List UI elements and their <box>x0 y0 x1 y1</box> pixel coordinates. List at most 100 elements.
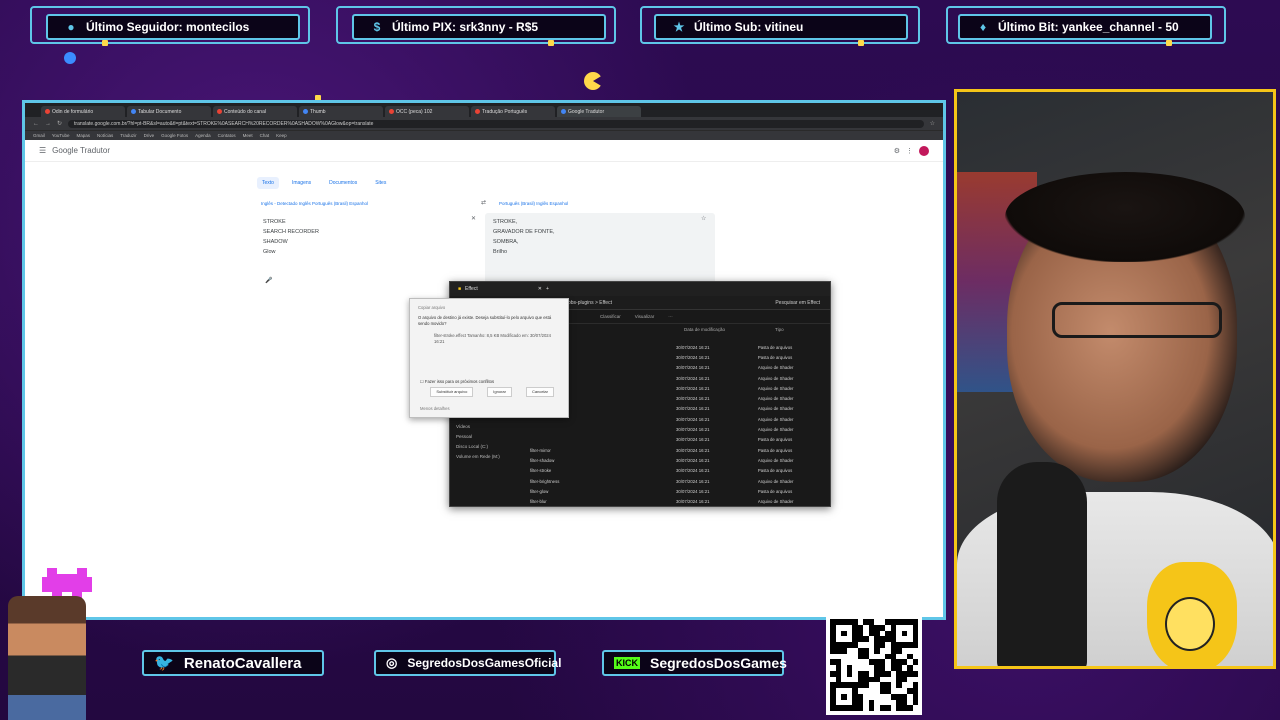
folder-icon: ■ <box>458 286 462 292</box>
column-date[interactable]: Data de modificação <box>684 327 725 332</box>
qr-code <box>826 615 922 715</box>
sidebar-item[interactable]: Volume em Rede (M:) <box>456 452 500 462</box>
browser-tab[interactable]: Conteúdo do canal <box>213 106 297 117</box>
sidebar-item[interactable]: Pessoal <box>456 432 500 442</box>
swap-languages-icon[interactable]: ⇄ <box>481 199 486 206</box>
bookmark-item[interactable]: Drive <box>144 133 155 138</box>
save-star-icon[interactable]: ☆ <box>701 215 706 222</box>
forward-icon[interactable]: → <box>45 121 51 127</box>
less-details-link[interactable]: Menos detalhes <box>420 406 450 412</box>
hamburger-menu-icon[interactable]: ☰ <box>39 146 46 155</box>
replace-file-dialog: Copiar arquivo O arquivo de destino já e… <box>409 298 569 418</box>
sidebar-item[interactable]: Vídeos <box>456 422 500 432</box>
source-text-box[interactable]: STROKE SEARCH RECORDER SHADOW Glow <box>255 213 485 285</box>
apps-grid-icon[interactable]: ⋮ <box>906 147 913 155</box>
dialog-message: O arquivo de destino já existe. Deseja s… <box>418 315 552 326</box>
source-language-bar[interactable]: Inglês - Detectado Inglês Português (Bra… <box>261 201 368 206</box>
table-row[interactable]: 30/07/2024 16:21 Pasta de arquivos <box>530 342 826 352</box>
table-row[interactable]: 30/07/2024 16:21 Arquivo de Shader <box>530 414 826 424</box>
browser-tab-bar: Odin de formulário Tabular Documento Con… <box>25 103 943 117</box>
table-row[interactable]: 30/07/2024 16:21 Pasta de arquivos <box>530 435 826 445</box>
bookmark-item[interactable]: YouTube <box>52 133 70 138</box>
star-icon: ★ <box>673 20 685 34</box>
tab-favicon-icon <box>561 109 566 114</box>
pixel-character <box>8 596 86 720</box>
more-options-icon[interactable]: ··· <box>668 314 673 319</box>
pellet <box>548 40 554 46</box>
table-row[interactable]: 30/07/2024 16:21 Arquivo de Shader <box>530 393 826 403</box>
translator-mode-tabs: Texto Imagens Documentos Sites <box>257 177 391 189</box>
table-row[interactable]: filter-mirror 30/07/2024 16:21 Pasta de ar… <box>530 445 826 455</box>
bookmark-item[interactable]: Meet <box>243 133 253 138</box>
qr-pattern <box>830 619 918 711</box>
sort-button[interactable]: Classificar <box>600 314 621 319</box>
webcam-feed <box>954 89 1276 669</box>
settings-icon[interactable]: ⚙ <box>894 147 900 155</box>
table-row[interactable]: filter-shadow 30/07/2024 16:21 Arquivo de … <box>530 455 826 465</box>
dialog-file-details: filter-stroke.effect Tamanho: 8,5 KB Mod… <box>434 333 551 344</box>
explorer-tab-title[interactable]: Effect <box>465 286 478 292</box>
dialog-title: Copiar arquivo <box>418 305 446 310</box>
bookmark-item[interactable]: Gmail <box>33 133 45 138</box>
table-row[interactable]: 30/07/2024 16:21 Arquivo de Shader <box>530 363 826 373</box>
table-row[interactable]: filter-stroke 30/07/2024 16:21 Pasta de ar… <box>530 466 826 476</box>
column-type[interactable]: Tipo <box>775 327 784 332</box>
tab-images[interactable]: Imagens <box>287 177 316 189</box>
browser-tab[interactable]: Thumb <box>299 106 383 117</box>
breadcrumb[interactable]: obs-plugins > Effect <box>568 300 612 306</box>
skip-button[interactable]: Ignorar <box>487 387 512 397</box>
browser-tab[interactable]: Odin de formulário <box>41 106 125 117</box>
table-row[interactable]: 30/07/2024 16:21 Arquivo de Shader <box>530 424 826 434</box>
table-row[interactable]: 30/07/2024 16:21 Pasta de arquivos <box>530 352 826 362</box>
close-tab-icon[interactable]: ✕ <box>538 286 542 292</box>
tab-sites[interactable]: Sites <box>370 177 391 189</box>
tab-favicon-icon <box>303 109 308 114</box>
bookmark-item[interactable]: Agenda <box>195 133 211 138</box>
instagram-handle-bar: ◎ SegredosDosGamesOficial <box>374 650 561 676</box>
bookmark-item[interactable]: Mapas <box>76 133 90 138</box>
sidebar-item[interactable]: Disco Local (C:) <box>456 442 500 452</box>
table-row[interactable]: filter-glow 30/07/2024 16:21 Pasta de arqu… <box>530 486 826 496</box>
bookmark-item[interactable]: Contatos <box>218 133 236 138</box>
twitter-handle: RenatoCavallera <box>183 654 302 672</box>
bookmark-item[interactable]: Traduzir <box>120 133 136 138</box>
address-input[interactable]: translate.google.com.br/?hl=pt-BR&sl=aut… <box>68 119 924 128</box>
tab-text[interactable]: Texto <box>257 177 279 189</box>
avatar[interactable] <box>919 145 929 156</box>
tab-documents[interactable]: Documentos <box>324 177 362 189</box>
microphone-icon[interactable]: 🎤 <box>265 277 272 284</box>
dollar-icon: $ <box>373 20 381 34</box>
cancel-button[interactable]: Cancelar <box>525 387 554 397</box>
browser-tab[interactable]: Tabular Documento <box>127 106 211 117</box>
view-button[interactable]: Visualizar <box>635 314 654 319</box>
target-language-bar[interactable]: Português (Brasil) Inglês Espanhol <box>499 201 568 206</box>
power-pellet <box>64 52 76 64</box>
bookmark-item[interactable]: Keep <box>276 133 287 138</box>
new-tab-icon[interactable]: + <box>546 286 549 292</box>
alert-text: Último PIX: srk3nny - R$5 <box>392 20 539 34</box>
reload-icon[interactable]: ↻ <box>57 120 62 127</box>
bookmark-item[interactable]: Notícias <box>97 133 113 138</box>
clear-text-icon[interactable]: ✕ <box>471 215 476 222</box>
replace-button[interactable]: Substituir arquivo <box>430 387 474 397</box>
table-row[interactable]: 30/07/2024 16:21 Arquivo de Shader <box>530 404 826 414</box>
table-row[interactable]: filter-brightness 30/07/2024 16:21 Arquivo… <box>530 476 826 486</box>
kick-icon: KICK <box>614 657 640 669</box>
browser-tab[interactable]: OCC (peca) 102 <box>385 106 469 117</box>
back-icon[interactable]: ← <box>33 121 39 127</box>
bookmark-item[interactable]: Chat <box>260 133 270 138</box>
explorer-search-input[interactable]: Pesquisar em Effect <box>775 300 820 306</box>
browser-tab[interactable]: Tradução Português <box>471 106 555 117</box>
dialog-checkbox[interactable]: ☐ Fazer isso para os próximos conflitos <box>420 379 494 385</box>
table-row[interactable]: 30/07/2024 16:21 Arquivo de Shader <box>530 383 826 393</box>
browser-tab-active[interactable]: Google Tradutor <box>557 106 641 117</box>
explorer-file-list: 30/07/2024 16:21 Pasta de arquivos 30/07/… <box>530 342 826 507</box>
table-row[interactable]: 30/07/2024 16:21 Arquivo de Shader <box>530 373 826 383</box>
bookmark-item[interactable]: Google Fotos <box>161 133 188 138</box>
streamer-glasses <box>1052 302 1222 338</box>
dialog-buttons: Substituir arquivo Ignorar Cancelar <box>430 387 554 397</box>
bookmark-star-icon[interactable]: ☆ <box>930 120 935 127</box>
user-icon: ● <box>67 20 75 34</box>
table-row[interactable]: filter-blur 30/07/2024 16:21 Arquivo de Sh… <box>530 496 826 506</box>
pellet <box>858 40 864 46</box>
